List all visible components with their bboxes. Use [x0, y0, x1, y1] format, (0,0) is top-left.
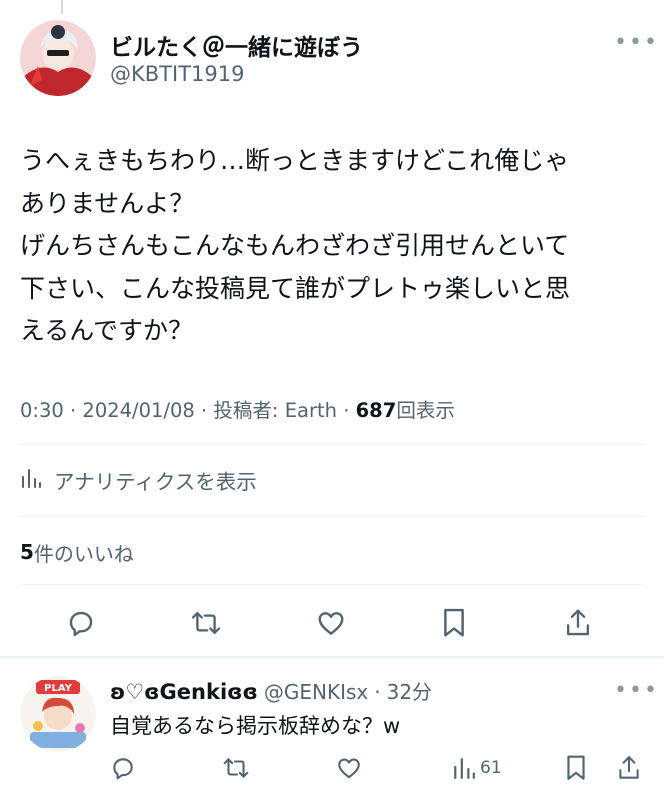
meta-separator: ·: [201, 399, 214, 422]
divider: [20, 444, 644, 445]
tweet-date[interactable]: 2024/01/08: [82, 399, 194, 422]
reply-avatar[interactable]: PLAY: [20, 676, 96, 752]
svg-text:PLAY: PLAY: [44, 683, 72, 694]
reply-retweet-button[interactable]: [222, 748, 250, 788]
meta-separator: ·: [374, 680, 381, 704]
heart-icon: [318, 612, 344, 635]
likes-link[interactable]: 5 件のいいね: [20, 534, 134, 570]
tweet-meta: 0:30 · 2024/01/08 · 投稿者: Earth · 687回表示: [20, 394, 455, 423]
retweet-button[interactable]: [186, 598, 226, 648]
reply-view-count: 61: [480, 758, 502, 778]
share-button[interactable]: [558, 598, 598, 648]
tweet-body-line: 下さい、こんな投稿見て誰がプレトゥ楽しいと思: [20, 273, 571, 303]
divider: [20, 516, 644, 517]
tweet-body: うへぇきもちわり…断っときますけどこれ俺じゃ ありませんよ？ げんちさんもこんな…: [20, 140, 640, 353]
more-options-icon[interactable]: •••: [614, 30, 659, 55]
reply-header: ʚ♡ɞGenkiɞɞ @GENKIsx · 32分: [110, 676, 432, 705]
bookmark-icon: [444, 608, 464, 637]
author-handle[interactable]: @KBTIT1919: [110, 62, 244, 86]
reply-share-button[interactable]: [616, 748, 642, 788]
reply-button[interactable]: [61, 598, 101, 648]
author-avatar[interactable]: [20, 20, 96, 96]
analytics-label: アナリティクスを表示: [54, 470, 257, 494]
reply-more-options-icon[interactable]: •••: [614, 678, 659, 703]
divider: [20, 584, 644, 585]
tweet-body-line: うへぇきもちわり…断っときますけどこれ俺じゃ: [20, 146, 570, 175]
retweet-icon: [223, 758, 249, 778]
reply-display-name[interactable]: ʚ♡ɞGenkiɞɞ: [110, 680, 258, 704]
reply-icon: [113, 758, 133, 780]
reply-handle[interactable]: @GENKIsx: [264, 680, 368, 704]
author-display-name[interactable]: ビルたく＠一緒に遊ぼう: [110, 28, 363, 62]
reply-time[interactable]: 32分: [387, 676, 432, 705]
bookmark-icon: [567, 755, 585, 780]
thread-connector: [61, 0, 63, 14]
tweet-body-line: えるんですか？: [20, 316, 194, 345]
share-icon: [566, 609, 590, 636]
reply-views-button[interactable]: 61: [452, 748, 502, 788]
retweet-icon: [191, 611, 221, 635]
reply-text: 自覚あるなら掲示板辞めな？w: [110, 714, 401, 738]
tweet-time[interactable]: 0:30: [20, 399, 64, 422]
meta-separator: ·: [70, 399, 83, 422]
tweet-body-line: ありませんよ？: [20, 188, 195, 218]
posted-by: 投稿者: Earth: [213, 399, 337, 422]
analytics-icon: [20, 467, 42, 494]
tweet-action-bar: [0, 598, 664, 648]
section-divider: [0, 656, 664, 658]
view-label: 回表示: [396, 399, 455, 422]
reply-reply-button[interactable]: [110, 748, 136, 788]
analytics-icon: [454, 758, 475, 779]
likes-count: 5: [20, 540, 34, 564]
reply-like-button[interactable]: [336, 748, 362, 788]
share-icon: [619, 756, 639, 779]
view-count: 687: [355, 399, 397, 422]
reply-action-bar: 61: [0, 748, 664, 788]
bookmark-button[interactable]: [434, 598, 474, 648]
reply-bookmark-button[interactable]: [564, 748, 588, 788]
view-analytics-link[interactable]: アナリティクスを表示: [20, 460, 257, 500]
like-button[interactable]: [311, 598, 351, 648]
tweet-body-line: げんちさんもこんなもんわざわざ引用せんといて: [20, 231, 570, 260]
meta-separator: ·: [343, 399, 356, 422]
likes-label: 件のいいね: [33, 541, 134, 566]
heart-icon: [338, 758, 360, 779]
reply-icon: [69, 611, 93, 637]
